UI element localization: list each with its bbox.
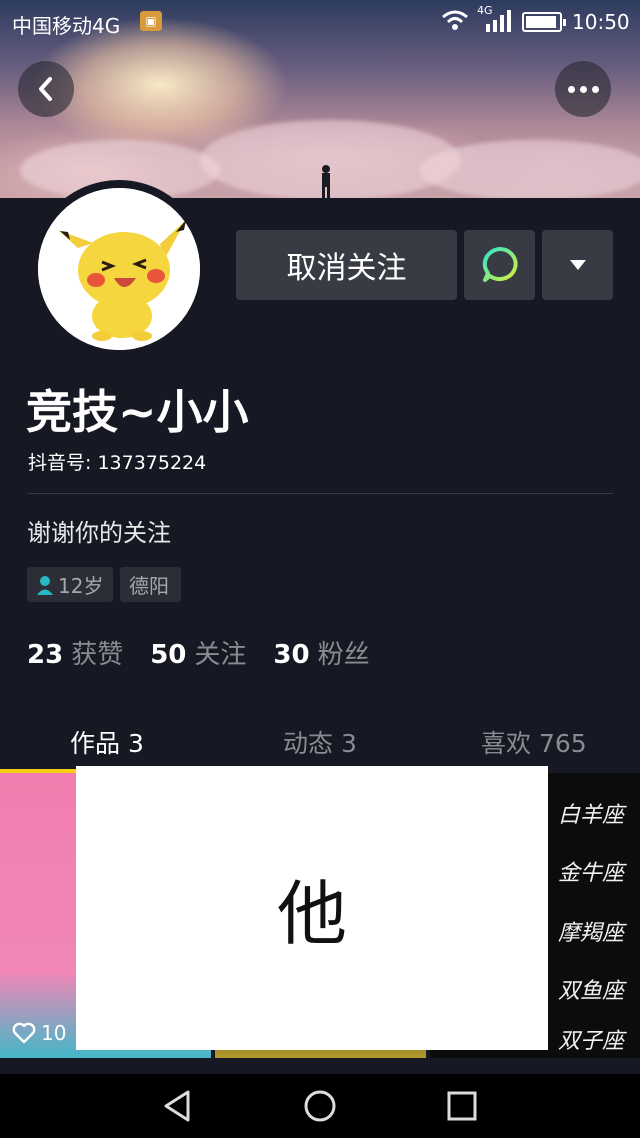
age-label: 12岁 — [58, 574, 104, 598]
avatar[interactable] — [30, 180, 208, 358]
overlay-card: 他 — [76, 766, 548, 1050]
sim-icon: ▣ — [140, 11, 162, 31]
tab-dynamics[interactable]: 动态 3 — [283, 724, 357, 760]
recents-square-icon[interactable] — [444, 1088, 480, 1124]
battery-icon — [522, 12, 566, 32]
tab-works[interactable]: 作品 3 — [70, 724, 144, 760]
age-tag: 12岁 — [27, 567, 113, 602]
carrier-label: 中国移动4G — [12, 14, 121, 38]
zodiac-label: 摩羯座 — [558, 921, 625, 946]
stat-likes[interactable]: 23 获赞 — [27, 634, 123, 671]
recommend-dropdown-button[interactable] — [542, 230, 613, 300]
divider — [28, 493, 613, 494]
heart-icon — [12, 1022, 36, 1044]
profile-nickname: 竞技~小小 — [26, 385, 249, 439]
stat-label: 粉丝 — [317, 640, 370, 670]
stat-label: 关注 — [194, 640, 247, 670]
back-button[interactable] — [18, 61, 74, 117]
overlay-text: 他 — [277, 872, 347, 955]
system-nav-bar — [0, 1074, 640, 1138]
zodiac-label: 双鱼座 — [558, 979, 625, 1004]
bottom-strip — [0, 1058, 640, 1074]
wifi-icon — [442, 10, 468, 30]
stat-following[interactable]: 50 关注 — [150, 634, 246, 671]
city-label: 德阳 — [129, 574, 169, 598]
avatar-image — [38, 188, 200, 350]
more-icon — [567, 85, 599, 93]
stat-count: 23 — [27, 640, 64, 670]
like-count: 10 — [12, 1021, 66, 1045]
douyin-id: 抖音号: 137375224 — [28, 452, 207, 474]
chevron-left-icon — [39, 77, 52, 101]
zodiac-label: 金牛座 — [558, 861, 625, 886]
zodiac-label: 双子座 — [558, 1029, 625, 1054]
pikachu-avatar-icon — [38, 188, 200, 350]
chat-bubble-icon — [482, 247, 518, 282]
home-circle-icon[interactable] — [302, 1088, 338, 1124]
profile-bio: 谢谢你的关注 — [27, 519, 171, 547]
unfollow-button[interactable]: 取消关注 — [236, 230, 457, 300]
silhouette-figure — [322, 165, 330, 198]
person-icon — [37, 575, 53, 595]
like-count-value: 10 — [41, 1021, 67, 1045]
zodiac-label: 白羊座 — [558, 803, 625, 828]
caret-down-icon — [569, 260, 586, 270]
status-bar: 中国移动4G ▣ 4G 10:50 — [0, 0, 640, 44]
back-triangle-icon[interactable] — [160, 1088, 196, 1124]
clock: 10:50 — [572, 10, 630, 34]
signal-icon — [486, 10, 511, 32]
stat-count: 30 — [273, 640, 310, 670]
more-options-button[interactable] — [555, 61, 611, 117]
stat-label: 获赞 — [71, 640, 124, 670]
profile-stats: 23 获赞 50 关注 30 粉丝 — [27, 634, 397, 671]
city-tag: 德阳 — [120, 567, 181, 602]
tab-likes[interactable]: 喜欢 765 — [481, 724, 587, 760]
stat-count: 50 — [150, 640, 187, 670]
stat-followers[interactable]: 30 粉丝 — [273, 634, 369, 671]
message-button[interactable] — [464, 230, 535, 300]
